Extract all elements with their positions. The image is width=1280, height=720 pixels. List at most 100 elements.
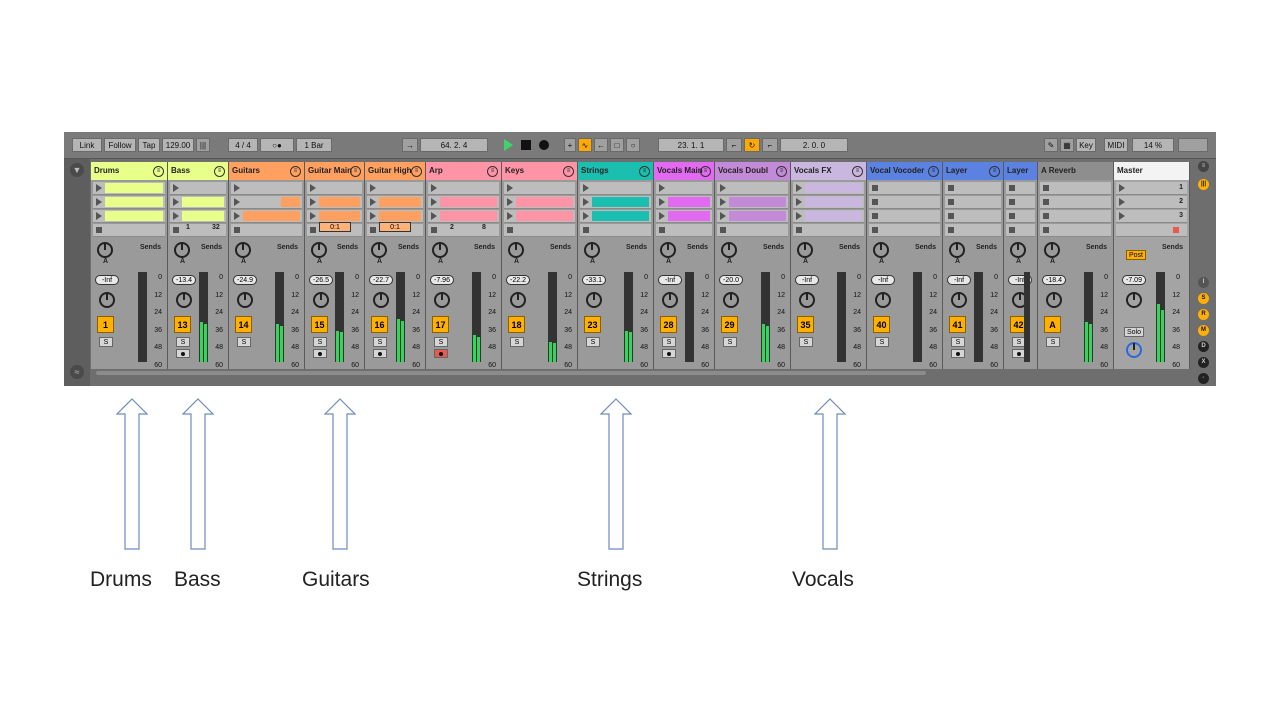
clip-slot[interactable]	[793, 182, 864, 195]
stop-all-clips[interactable]	[1116, 224, 1187, 237]
clip-slot[interactable]	[793, 224, 864, 237]
clip[interactable]	[805, 211, 862, 221]
pan-knob[interactable]	[176, 292, 192, 308]
clip-slot[interactable]	[945, 224, 1001, 237]
pan-knob[interactable]	[313, 292, 329, 308]
stop-all-icon[interactable]	[1173, 227, 1179, 233]
tempo-field[interactable]: 129.00	[162, 138, 194, 152]
send-knob[interactable]	[1044, 242, 1060, 258]
scene-launch[interactable]: 1	[1116, 182, 1187, 195]
clip-launch-icon[interactable]	[583, 198, 589, 206]
midi-map-button[interactable]: MIDI	[1104, 138, 1128, 152]
scene-launch[interactable]: 3	[1116, 210, 1187, 223]
clip-slot[interactable]	[504, 224, 575, 237]
clip[interactable]	[805, 183, 862, 193]
monitor-button[interactable]	[373, 349, 387, 358]
clip-slot[interactable]	[945, 196, 1001, 209]
clip-launch-icon[interactable]	[96, 184, 102, 192]
mixer-view-icon[interactable]: |||	[1198, 179, 1209, 190]
send-knob[interactable]	[797, 242, 813, 258]
track-activator-button[interactable]: A	[1044, 316, 1061, 333]
scene-launch[interactable]: 2	[1116, 196, 1187, 209]
track-activator-button[interactable]: 18	[508, 316, 525, 333]
clip-launch-icon[interactable]	[659, 184, 665, 192]
record-button[interactable]	[539, 140, 549, 150]
volume-field[interactable]: -33.1	[582, 275, 606, 285]
clip-launch-icon[interactable]	[431, 184, 437, 192]
punch-out-icon[interactable]: ⌐	[762, 138, 778, 152]
crossfade-field[interactable]: 0:1	[379, 222, 411, 232]
clip[interactable]	[105, 197, 163, 207]
key-map-button[interactable]: Key	[1076, 138, 1096, 152]
fold-icon[interactable]: ≡	[639, 166, 650, 177]
fold-icon[interactable]: ≡	[487, 166, 498, 177]
solo-button[interactable]: S	[662, 337, 676, 347]
clip[interactable]	[592, 197, 649, 207]
volume-field[interactable]: -26.5	[309, 275, 333, 285]
clip-slot[interactable]	[717, 182, 788, 195]
stop-button-icon[interactable]	[948, 199, 954, 205]
clip-launch-icon[interactable]	[96, 198, 102, 206]
stop-clips-icon[interactable]	[720, 227, 726, 233]
clip-slot[interactable]	[869, 182, 940, 195]
clip-slot[interactable]	[504, 210, 575, 223]
menu-icon[interactable]: ≡	[1198, 161, 1209, 172]
track-title[interactable]: Guitar High ≡	[365, 162, 425, 180]
punch-in-icon[interactable]: ⌐	[726, 138, 742, 152]
clip-slot[interactable]	[717, 210, 788, 223]
volume-field[interactable]: -18.4	[1042, 275, 1066, 285]
clip[interactable]	[243, 211, 300, 221]
clip[interactable]	[729, 211, 786, 221]
clip-slot[interactable]	[656, 210, 712, 223]
clip[interactable]	[805, 197, 862, 207]
clip-launch-icon[interactable]	[310, 198, 316, 206]
fold-icon[interactable]: ≡	[700, 166, 711, 177]
clip-slot[interactable]	[231, 182, 302, 195]
fold-icon[interactable]: ≡	[153, 166, 164, 177]
volume-field[interactable]: -Inf	[947, 275, 971, 285]
pan-knob[interactable]	[237, 292, 253, 308]
play-button[interactable]	[504, 139, 513, 151]
clip-slot[interactable]	[656, 182, 712, 195]
pan-knob[interactable]	[586, 292, 602, 308]
stop-button-icon[interactable]	[1009, 199, 1015, 205]
track-activator-button[interactable]: 35	[797, 316, 814, 333]
mixer-toggle-icon[interactable]: M	[1198, 325, 1209, 336]
clip-launch-icon[interactable]	[796, 184, 802, 192]
tap-button[interactable]: Tap	[138, 138, 160, 152]
clip-slot[interactable]	[170, 182, 226, 195]
clip-slot[interactable]	[307, 182, 362, 195]
solo-button[interactable]: S	[875, 337, 889, 347]
stop-button-icon[interactable]	[948, 185, 954, 191]
stop-clips-icon[interactable]	[173, 227, 179, 233]
track-title[interactable]: Bass ≡	[168, 162, 228, 180]
capture-icon[interactable]: □	[610, 138, 624, 152]
follow-arrow-icon[interactable]: →	[402, 138, 418, 152]
scene-launch-icon[interactable]	[1119, 212, 1125, 220]
follow-button[interactable]: Follow	[104, 138, 136, 152]
pan-knob[interactable]	[373, 292, 389, 308]
stop-button-icon[interactable]	[1009, 213, 1015, 219]
track-title[interactable]: Layer	[1004, 162, 1037, 180]
pan-knob[interactable]	[99, 292, 115, 308]
delay-toggle-icon[interactable]: D	[1198, 341, 1209, 352]
crossfade-field[interactable]: 0:1	[319, 222, 351, 232]
solo-button[interactable]: S	[99, 337, 113, 347]
groove-pool-icon[interactable]: ≈	[70, 365, 84, 379]
solo-cue-button[interactable]: Solo	[1124, 327, 1144, 337]
clip-launch-icon[interactable]	[370, 198, 376, 206]
fold-icon[interactable]: ≡	[350, 166, 361, 177]
clip[interactable]	[182, 197, 224, 207]
track-activator-button[interactable]: 28	[660, 316, 677, 333]
send-knob[interactable]	[584, 242, 600, 258]
browser-toggle-icon[interactable]: ▼	[70, 163, 84, 177]
clip-slot[interactable]	[580, 224, 651, 237]
fold-icon[interactable]: ≡	[563, 166, 574, 177]
clip-launch-icon[interactable]	[583, 212, 589, 220]
monitor-button[interactable]	[313, 349, 327, 358]
clip-slot[interactable]	[793, 210, 864, 223]
clip-slot[interactable]	[93, 196, 165, 209]
clip-slot[interactable]	[869, 210, 940, 223]
stop-button-icon[interactable]	[1009, 185, 1015, 191]
volume-field[interactable]: -20.0	[719, 275, 743, 285]
